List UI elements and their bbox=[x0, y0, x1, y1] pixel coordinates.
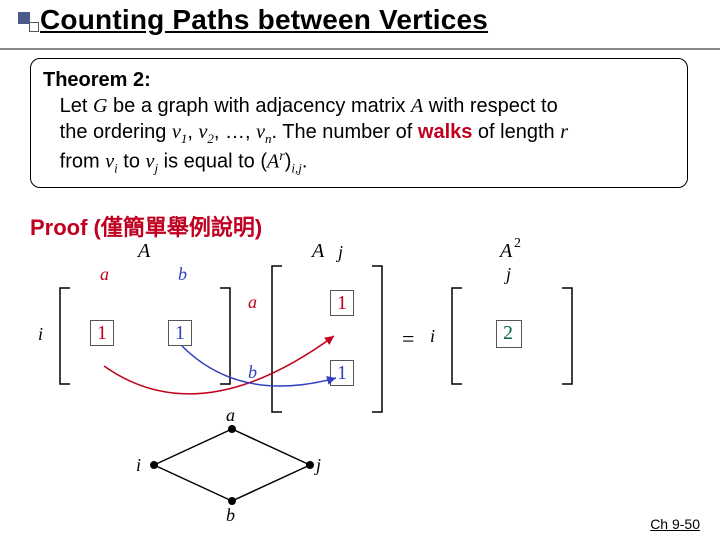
equals-sign: = bbox=[402, 326, 414, 352]
t-walks: walks bbox=[418, 121, 472, 143]
t3a: from bbox=[60, 151, 106, 173]
t1b: be a graph with adjacency matrix bbox=[107, 95, 411, 117]
example-graph: i a b j bbox=[150, 419, 350, 529]
t-ij: i,j bbox=[291, 161, 301, 176]
label-A2: A bbox=[500, 240, 512, 263]
page-title: Counting Paths between Vertices bbox=[40, 4, 488, 36]
matrix-stage: A a b i 1 1 A j a b 1 1 = A2 j i 2 bbox=[30, 244, 690, 524]
t-c1: , bbox=[187, 121, 198, 143]
colhead-a: a bbox=[100, 264, 109, 285]
cell-col-a: 1 bbox=[337, 292, 347, 315]
bracket-res-right bbox=[560, 286, 574, 386]
rowlabel-i-left: i bbox=[38, 324, 43, 345]
t-v1: v bbox=[172, 121, 181, 143]
page-footer: Ch 9-50 bbox=[650, 516, 700, 532]
t-dots: , …, bbox=[214, 121, 256, 143]
colhead-b: b bbox=[178, 264, 187, 285]
graph-label-b: b bbox=[226, 505, 235, 526]
graph-label-j: j bbox=[316, 455, 321, 476]
t3b: is equal to ( bbox=[158, 151, 267, 173]
theorem-head: Theorem 2: bbox=[43, 69, 151, 91]
t-vn: v bbox=[256, 121, 265, 143]
label-A-mid: A bbox=[312, 240, 324, 263]
collabel-j-right: j bbox=[506, 264, 511, 285]
title-bullet bbox=[18, 12, 38, 34]
bracket-col-right bbox=[370, 264, 384, 414]
bullet-white-square bbox=[29, 22, 39, 32]
t1c: with respect to bbox=[423, 95, 558, 117]
arrow-b bbox=[170, 334, 370, 424]
t2a: the ordering bbox=[60, 121, 172, 143]
t1a: Let bbox=[60, 95, 93, 117]
graph-label-i: i bbox=[136, 455, 141, 476]
t-Ar: A bbox=[267, 151, 279, 173]
rowlabel-i-right: i bbox=[430, 326, 435, 347]
t-to: to bbox=[118, 151, 146, 173]
title-rule bbox=[0, 48, 720, 50]
t-G: G bbox=[93, 95, 107, 117]
bracket-res-left bbox=[450, 286, 464, 386]
t-period: . bbox=[302, 151, 308, 173]
t-vi: v bbox=[105, 151, 114, 173]
label-A-left: A bbox=[138, 240, 150, 263]
t2b: . The number of bbox=[272, 121, 418, 143]
graph-label-a: a bbox=[226, 405, 235, 426]
label-A2-sup: 2 bbox=[514, 236, 521, 252]
proof-heading: Proof (僅簡單舉例說明) bbox=[30, 210, 262, 242]
bracket-row-left bbox=[58, 286, 72, 386]
rowhead-a: a bbox=[248, 292, 257, 313]
t2c: of length bbox=[472, 121, 560, 143]
t-A: A bbox=[411, 95, 423, 117]
theorem-box: Theorem 2: Let G be a graph with adjacen… bbox=[30, 58, 688, 188]
collabel-j-mid: j bbox=[338, 242, 343, 263]
t-r: r bbox=[560, 121, 568, 143]
cell-result: 2 bbox=[503, 322, 513, 345]
